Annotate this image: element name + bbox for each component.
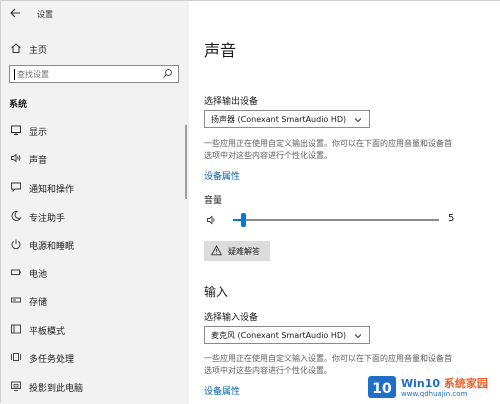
sidebar-item-label: 专注助手 <box>29 214 66 224</box>
title-bar: 设置 <box>1 1 189 27</box>
sidebar-item-tablet-mode[interactable]: 平板模式 <box>1 319 189 339</box>
input-device-value: 麦克风 (Conexant SmartAudio HD) <box>211 331 347 340</box>
watermark-brand: Win10 系统家园 <box>401 375 488 391</box>
sidebar-item-label: 主页 <box>29 46 48 56</box>
tablet-icon <box>10 323 22 335</box>
speaker-icon <box>10 152 22 164</box>
troubleshoot-label: 疑难解答 <box>228 247 260 256</box>
output-device-properties-link[interactable]: 设备属性 <box>204 169 240 182</box>
sidebar-item-battery[interactable]: 电池 <box>1 262 189 282</box>
battery-icon <box>10 266 22 278</box>
app-title: 设置 <box>37 10 53 19</box>
sidebar-item-label: 显示 <box>29 128 48 138</box>
sidebar-item-display[interactable]: 显示 <box>1 120 189 140</box>
output-device-label: 选择输出设备 <box>204 97 259 107</box>
sidebar-item-project[interactable]: 投影到此电脑 <box>1 376 189 396</box>
sidebar-item-power-sleep[interactable]: 电源和睡眠 <box>1 234 189 254</box>
settings-window: 设置 主页 系统 显示 声音 <box>0 0 500 404</box>
input-section-title: 输入 <box>204 285 229 299</box>
sidebar-item-label: 存储 <box>29 298 48 308</box>
chevron-down-icon <box>354 116 362 123</box>
win10-logo-icon: 10 <box>367 373 397 401</box>
output-device-dropdown[interactable]: 扬声器 (Conexant SmartAudio HD) <box>204 110 370 128</box>
sidebar-item-multitasking[interactable]: 多任务处理 <box>1 347 189 367</box>
main-content: 声音 选择输出设备 扬声器 (Conexant SmartAudio HD) 一… <box>189 1 500 404</box>
volume-label: 音量 <box>204 196 223 206</box>
moon-icon <box>10 210 22 222</box>
volume-icon[interactable] <box>206 214 218 226</box>
power-icon <box>10 238 22 250</box>
project-icon <box>10 380 22 392</box>
sidebar-item-label: 平板模式 <box>29 327 66 337</box>
text-caret <box>14 69 15 80</box>
multitask-icon <box>10 351 22 363</box>
watermark-url: www.qdhuajin.com <box>401 390 468 398</box>
input-device-dropdown[interactable]: 麦克风 (Conexant SmartAudio HD) <box>204 326 370 344</box>
volume-slider-thumb[interactable] <box>241 213 247 227</box>
sidebar-item-label: 声音 <box>29 156 48 166</box>
output-device-value: 扬声器 (Conexant SmartAudio HD) <box>211 115 347 124</box>
home-icon <box>10 42 22 54</box>
output-help-text: 一些应用正在使用自定义输出设置。你可以在下面的应用音量和设备首选项中对这些内容进… <box>204 139 452 160</box>
volume-value: 5 <box>448 213 455 224</box>
page-title: 声音 <box>204 41 237 60</box>
chevron-down-icon <box>354 332 362 339</box>
sidebar: 设置 主页 系统 显示 声音 <box>1 1 189 404</box>
sidebar-scrollbar[interactable] <box>185 125 187 199</box>
sidebar-item-focus-assist[interactable]: 专注助手 <box>1 206 189 226</box>
sidebar-item-sound[interactable]: 声音 <box>1 148 189 168</box>
input-device-properties-link[interactable]: 设备属性 <box>204 384 240 397</box>
svg-text:10: 10 <box>372 381 392 397</box>
watermark-brand-accent: 系统家园 <box>443 377 488 390</box>
sidebar-item-notifications[interactable]: 通知和操作 <box>1 177 189 197</box>
warning-icon <box>210 245 223 256</box>
sidebar-item-label: 电源和睡眠 <box>29 242 75 252</box>
sidebar-item-storage[interactable]: 存储 <box>1 290 189 310</box>
storage-icon <box>10 294 22 306</box>
section-heading: 系统 <box>9 100 28 110</box>
sidebar-item-label: 电池 <box>29 270 48 280</box>
sidebar-item-home[interactable]: 主页 <box>1 39 189 57</box>
notification-icon <box>10 181 22 193</box>
sidebar-item-label: 多任务处理 <box>29 355 75 365</box>
sidebar-item-label: 投影到此电脑 <box>29 384 84 394</box>
search-input[interactable] <box>17 67 157 81</box>
watermark-brand-main: Win10 <box>401 377 441 390</box>
monitor-icon <box>10 124 22 136</box>
sidebar-item-label: 通知和操作 <box>29 185 75 195</box>
search-icon[interactable] <box>162 68 173 79</box>
input-device-label: 选择输入设备 <box>204 313 259 323</box>
volume-slider[interactable] <box>233 213 439 227</box>
watermark: 10 Win10 系统家园 www.qdhuajin.com <box>367 373 497 401</box>
troubleshoot-button[interactable]: 疑难解答 <box>204 241 270 261</box>
back-arrow-icon[interactable] <box>9 7 21 19</box>
search-box[interactable] <box>9 65 179 83</box>
